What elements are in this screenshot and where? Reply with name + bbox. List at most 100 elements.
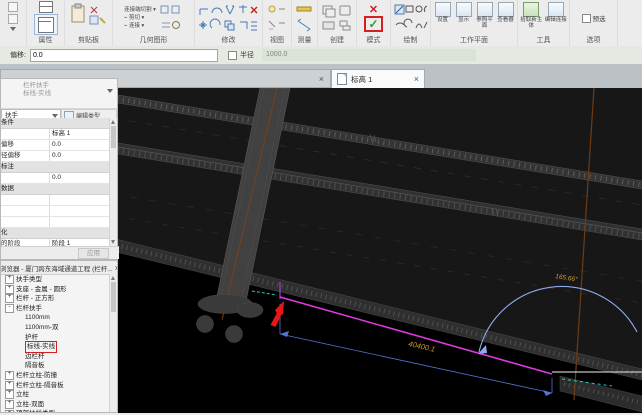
panel-label: 工作平面 bbox=[460, 37, 488, 44]
draw-icons[interactable] bbox=[394, 3, 428, 33]
tree-item[interactable]: 1100mm bbox=[1, 313, 110, 323]
type-name: 标线-实线 bbox=[23, 90, 52, 97]
property-row[interactable]: 注释 bbox=[1, 206, 110, 217]
property-row[interactable]: 图像 bbox=[1, 195, 110, 206]
drawing-canvas[interactable]: 40400.1 165.66° bbox=[111, 87, 642, 413]
tree-item[interactable]: + 栏杆立柱-防撞 bbox=[1, 371, 110, 381]
modify-icons[interactable] bbox=[198, 3, 260, 33]
panel-clipboard: 剪贴板 bbox=[65, 0, 113, 46]
close-icon[interactable]: × bbox=[414, 74, 419, 84]
show-workplane-icon bbox=[455, 2, 472, 17]
viewer-icon bbox=[497, 2, 514, 17]
properties-palette: 栏杆扶手 标线-实线 扶手 编辑类型 限制条件 标高标高 1 底部偏移0.0 从… bbox=[0, 78, 119, 260]
workplane-set-button[interactable]: 设置 bbox=[433, 2, 452, 23]
reference-plane-icon bbox=[476, 2, 493, 17]
tree-item[interactable]: - 栏杆扶手 bbox=[1, 304, 110, 314]
property-grid: 限制条件 标高标高 1 底部偏移0.0 从路径偏移0.0 尺寸标注 长度0.0 … bbox=[1, 118, 110, 246]
offset-input[interactable] bbox=[29, 48, 218, 62]
tree-item[interactable]: + 栏杆立柱-隔音板 bbox=[1, 380, 110, 391]
family-name: 栏杆扶手 bbox=[23, 82, 49, 89]
preselect-label: 预选 bbox=[592, 16, 606, 23]
finish-sketch-button[interactable]: ✓ bbox=[366, 17, 380, 31]
panel-workplane: 设置 显示 参照平面 查看器 工作平面 bbox=[431, 0, 518, 46]
offset-label: 偏移: bbox=[10, 52, 26, 59]
viewer-button[interactable]: 查看器 bbox=[496, 2, 515, 23]
property-row[interactable]: 长度0.0 bbox=[1, 173, 110, 184]
tree-item[interactable]: 隔音板 bbox=[1, 361, 110, 371]
cut-button[interactable]: ⌁ 剪切 ▾ bbox=[124, 15, 156, 22]
view-tab-level1[interactable]: 标高 1 × bbox=[331, 69, 425, 88]
tree-item[interactable]: + 栏杆 - 正方形 bbox=[1, 294, 110, 304]
tree-item[interactable]: 边栏杆 bbox=[1, 352, 110, 362]
panel-mode: ✕ ✓ 模式 bbox=[357, 0, 391, 46]
properties-button[interactable] bbox=[33, 14, 58, 35]
cancel-sketch-button[interactable]: ✕ bbox=[369, 4, 378, 16]
tree-item[interactable]: 1100mm-双 bbox=[1, 323, 110, 333]
panel-geometry: 连接端切割 ▾ ⌁ 剪切 ▾ ⌁ 连接 ▾ 几何图形 bbox=[113, 0, 195, 46]
preselect-checkbox[interactable] bbox=[581, 13, 591, 23]
property-row[interactable]: 标记 bbox=[1, 217, 110, 228]
join-button[interactable]: ⌁ 连接 ▾ bbox=[124, 23, 156, 30]
apply-bar: 应用 bbox=[1, 246, 119, 259]
radius-label: 半径 bbox=[239, 52, 254, 59]
type-properties-icon[interactable] bbox=[38, 1, 53, 14]
apply-button[interactable]: 应用 bbox=[78, 248, 109, 259]
panel-label: 创建 bbox=[330, 37, 344, 44]
geometry-icons[interactable] bbox=[159, 3, 183, 33]
workplane-show-button[interactable]: 显示 bbox=[454, 2, 473, 23]
panel-modify: 修改 bbox=[195, 0, 263, 46]
chevron-down-icon[interactable] bbox=[107, 89, 113, 93]
tree-item[interactable]: +顶部扶栏类型 bbox=[1, 409, 110, 412]
property-row[interactable]: 从路径偏移0.0 bbox=[1, 151, 110, 162]
pick-new-host-icon bbox=[523, 2, 540, 17]
edit-joins-icon bbox=[547, 2, 564, 17]
section-dimensions[interactable]: 尺寸标注 bbox=[1, 162, 110, 173]
select-panel bbox=[0, 0, 27, 46]
cope-button[interactable]: 连接端切割 ▾ bbox=[124, 7, 156, 14]
edit-joins-button[interactable]: 编辑连接 bbox=[545, 2, 568, 23]
pick-new-host-button[interactable]: 拾取新主体 bbox=[520, 2, 543, 29]
section-phasing[interactable]: 阶段化 bbox=[1, 228, 110, 239]
section-identity[interactable]: 标识数据 bbox=[1, 184, 110, 195]
browser-scrollbar[interactable] bbox=[109, 274, 117, 412]
project-browser-header[interactable]: 项目浏览器 - 厦门跨东海域通道工程 (栏杆... × bbox=[1, 261, 117, 275]
tree-item[interactable]: + 扶手类型 bbox=[1, 275, 110, 285]
create-icons[interactable] bbox=[321, 3, 353, 33]
properties-scrollbar[interactable] bbox=[109, 118, 117, 246]
property-row[interactable]: 创建的阶段阶段 1 bbox=[1, 239, 110, 246]
select-icon[interactable] bbox=[8, 2, 18, 12]
panel-label: 测量 bbox=[297, 37, 312, 44]
scroll-up-icon[interactable] bbox=[111, 120, 115, 124]
panel-draw: 绘制 bbox=[391, 0, 431, 46]
reference-plane-button[interactable]: 参照平面 bbox=[475, 2, 494, 29]
scroll-up-icon[interactable] bbox=[111, 276, 115, 280]
scroll-down-icon[interactable] bbox=[111, 240, 115, 244]
property-row[interactable]: 底部偏移0.0 bbox=[1, 140, 110, 151]
close-icon[interactable]: × bbox=[319, 74, 324, 84]
project-browser: 项目浏览器 - 厦门跨东海域通道工程 (栏杆... × +扶手类型 +支座 - … bbox=[0, 260, 118, 413]
panel-options: 预选 选项 bbox=[570, 0, 618, 46]
project-browser-title: 项目浏览器 - 厦门跨东海域通道工程 (栏杆... bbox=[1, 265, 113, 273]
ribbon: 属性 剪贴板 连接端切割 ▾ ⌁ 剪切 ▾ ⌁ 连接 ▾ 几何图形 修改 视图 … bbox=[0, 0, 642, 47]
clipboard-icons[interactable] bbox=[69, 3, 109, 33]
radius-checkbox[interactable] bbox=[227, 50, 237, 60]
measure-icons[interactable] bbox=[295, 3, 315, 33]
scroll-thumb[interactable] bbox=[111, 282, 116, 312]
panel-properties: 属性 bbox=[27, 0, 65, 46]
select-icon-2[interactable] bbox=[8, 14, 18, 24]
expand-icon: + bbox=[5, 275, 14, 285]
scroll-thumb[interactable] bbox=[111, 126, 116, 148]
view-tab-label: 标高 1 bbox=[351, 74, 373, 84]
tree-item-highlighted[interactable]: 标线-实线 bbox=[1, 341, 110, 353]
tree-item[interactable]: + 立柱 bbox=[1, 390, 110, 400]
properties-icon bbox=[37, 16, 54, 33]
tree-item[interactable]: + 支座 - 金属 - 圆形 bbox=[1, 284, 110, 295]
view-icons[interactable] bbox=[266, 3, 288, 33]
close-icon[interactable]: × bbox=[115, 263, 117, 273]
tree-item[interactable]: + 立柱-双面 bbox=[1, 400, 110, 410]
property-row[interactable]: 标高标高 1 bbox=[1, 129, 110, 140]
panel-create: 创建 bbox=[318, 0, 357, 46]
type-selector-preview[interactable]: 栏杆扶手 标线-实线 bbox=[1, 79, 117, 109]
chevron-down-icon[interactable] bbox=[10, 27, 16, 31]
section-constraints[interactable]: 限制条件 bbox=[1, 118, 110, 129]
